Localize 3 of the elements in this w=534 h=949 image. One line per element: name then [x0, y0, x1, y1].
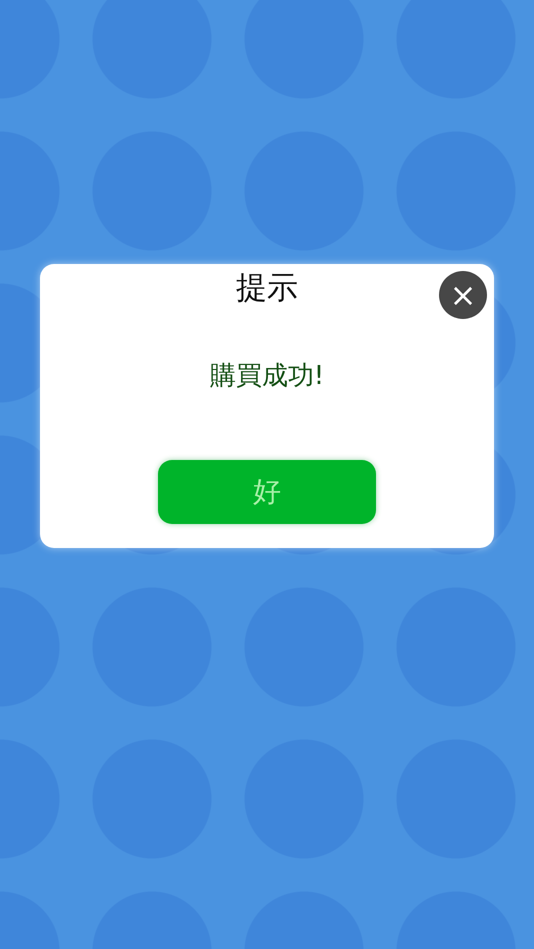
- dialog-title: 提示: [236, 270, 298, 306]
- dialog-message: 購買成功!: [210, 360, 324, 392]
- close-button[interactable]: ×: [439, 271, 487, 319]
